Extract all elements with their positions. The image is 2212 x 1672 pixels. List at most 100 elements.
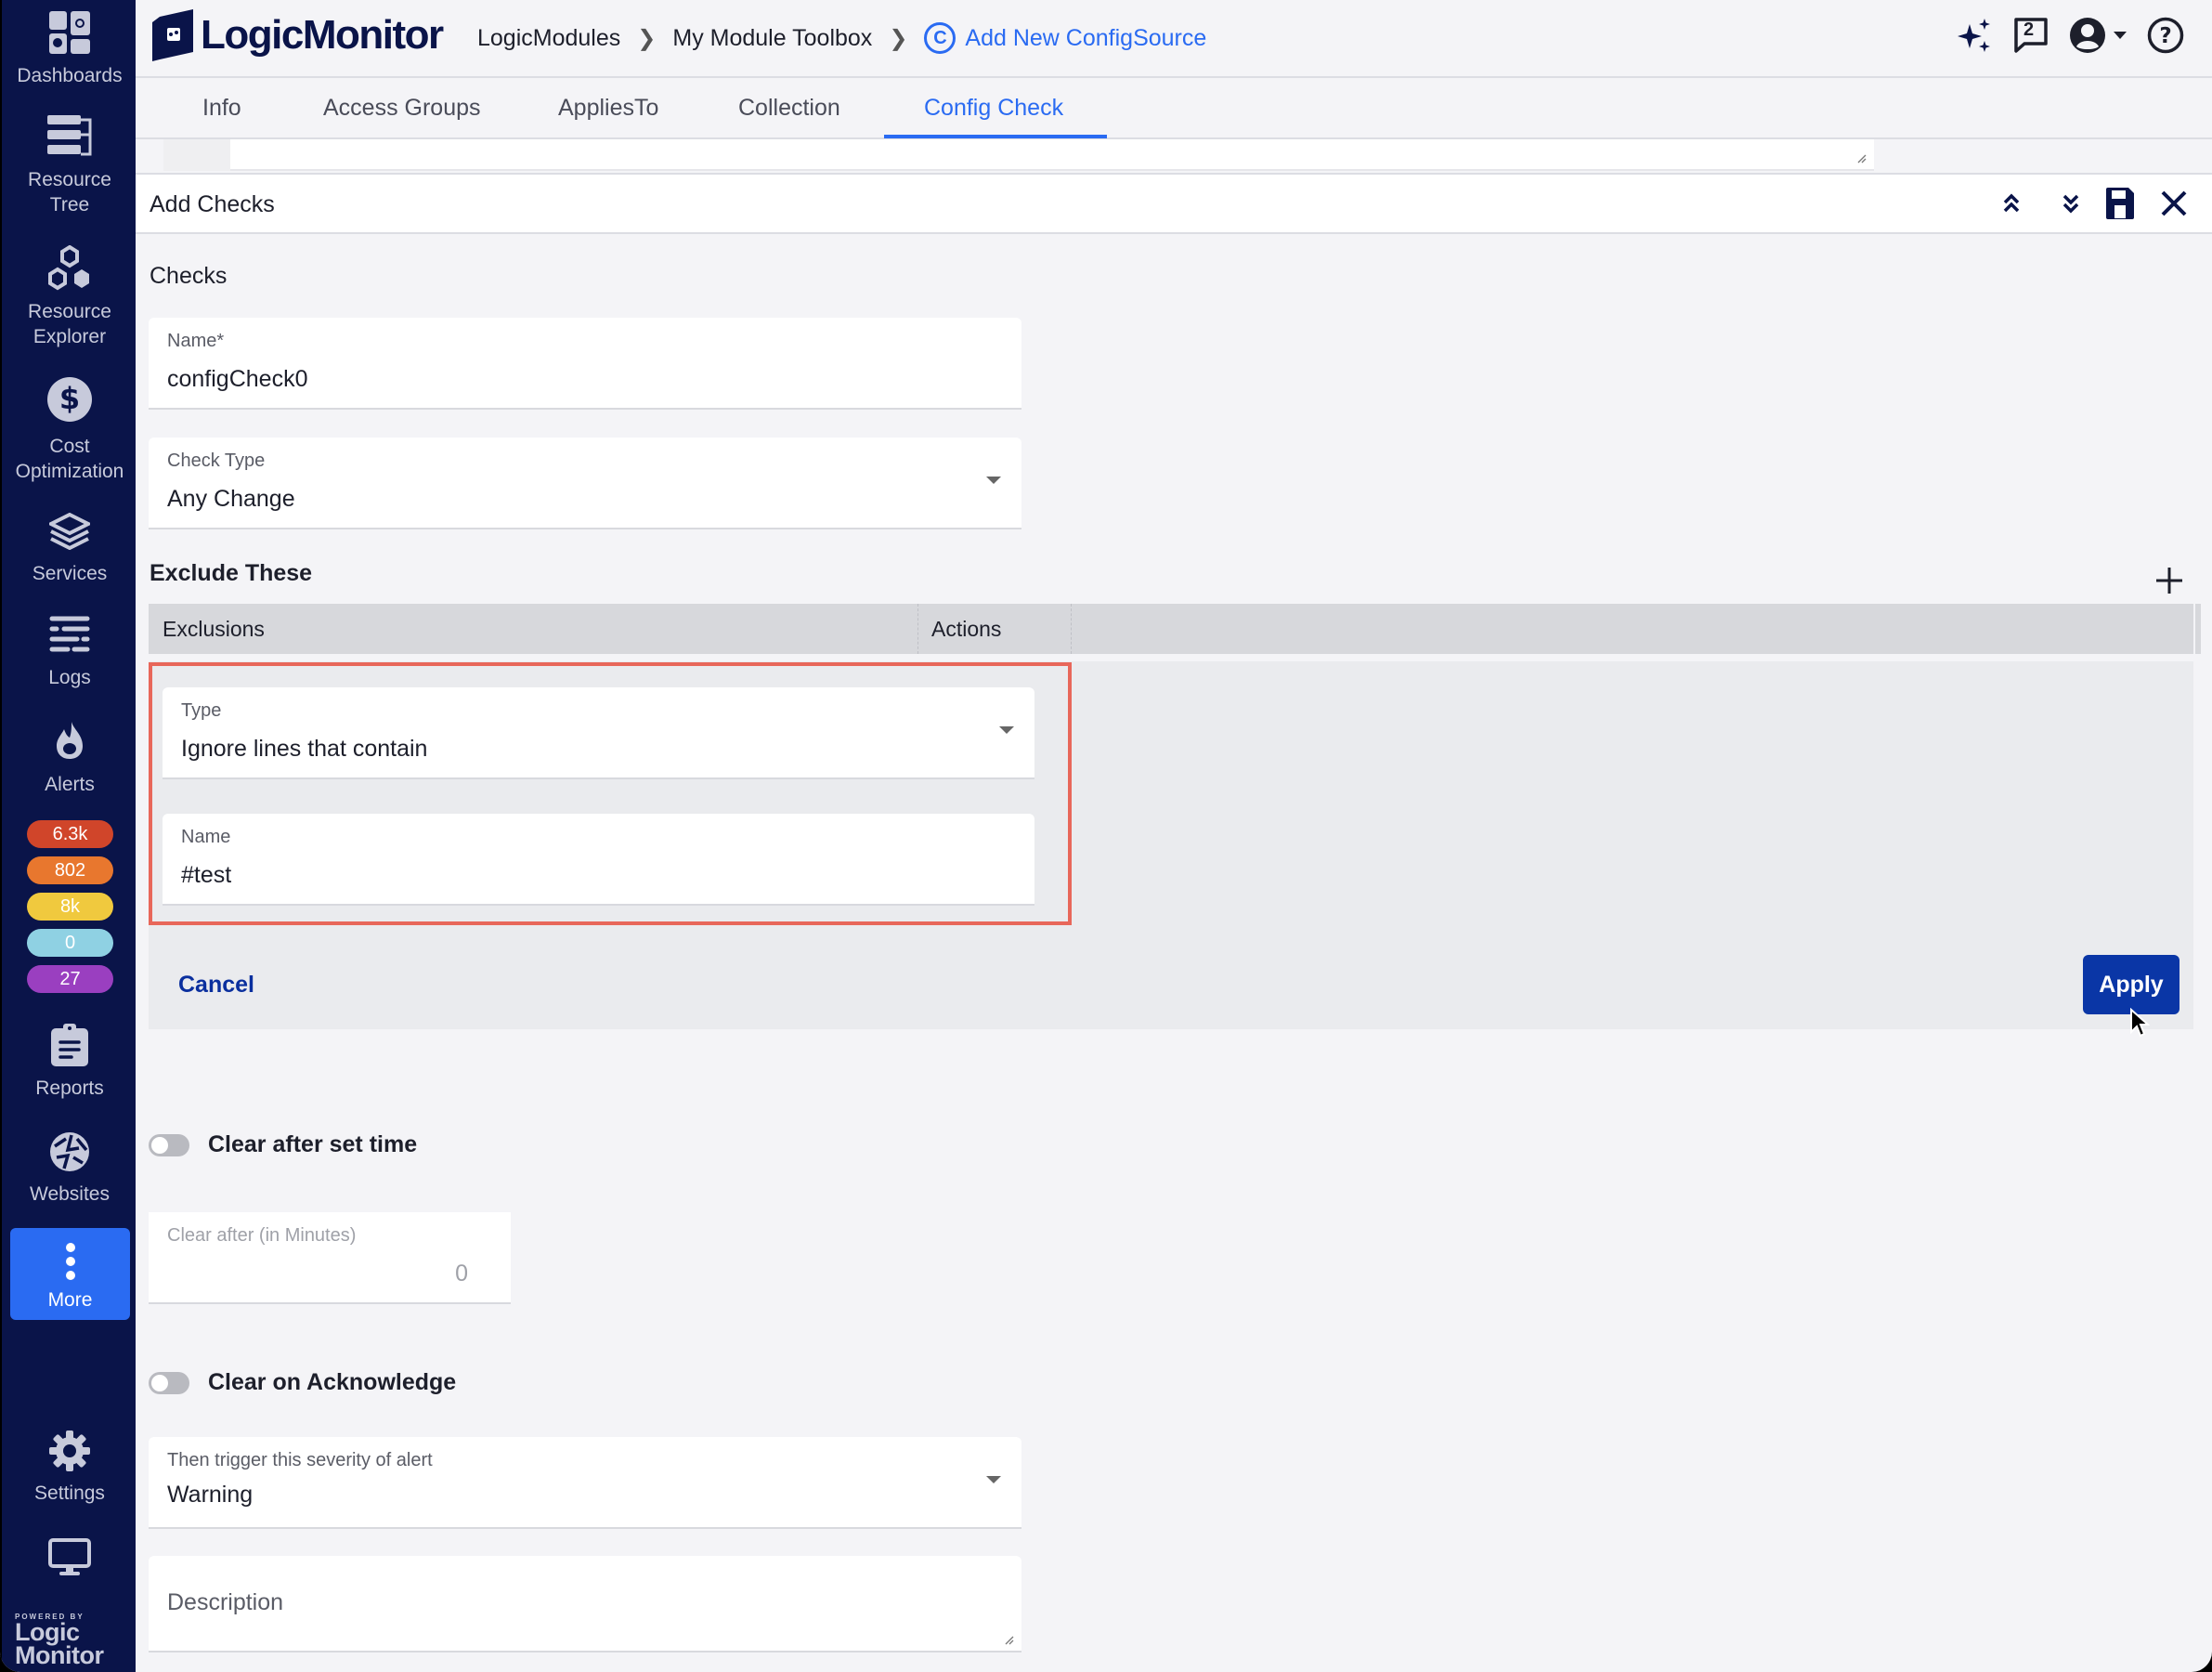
toggle-label: Clear on Acknowledge xyxy=(208,1369,457,1395)
sidebar-label: Resource xyxy=(28,301,111,322)
breadcrumb-logicmodules[interactable]: LogicModules xyxy=(477,25,620,52)
sidebar-item-dashboards[interactable]: Dashboards xyxy=(2,11,137,88)
exclusions-table-header: Exclusions Actions xyxy=(149,604,2193,654)
clear-after-minutes-field[interactable]: Clear after (in Minutes) 0 xyxy=(149,1212,511,1304)
breadcrumb: LogicModules ❯ My Module Toolbox ❯ C Add… xyxy=(477,22,1206,54)
exclusion-type-select[interactable]: Type Ignore lines that contain xyxy=(163,687,1034,779)
resize-handle-icon[interactable] xyxy=(1003,1634,1014,1645)
tab-access-groups[interactable]: Access Groups xyxy=(323,95,481,122)
description-textarea[interactable]: Description xyxy=(149,1556,1021,1652)
sidebar-item-alerts[interactable]: Alerts xyxy=(2,720,137,797)
dropdown-caret-icon xyxy=(986,1476,1001,1483)
dashboards-icon xyxy=(49,11,90,54)
top-bar: LogicMonitor LogicModules ❯ My Module To… xyxy=(136,0,2212,78)
alert-badge-critical[interactable]: 6.3k xyxy=(27,820,113,848)
clipboard-icon xyxy=(51,1024,88,1066)
exclusion-name-field[interactable]: Name #test xyxy=(163,814,1034,906)
logicmonitor-logo[interactable]: LogicMonitor xyxy=(150,9,444,61)
resize-handle-icon[interactable] xyxy=(1855,152,1867,163)
scrolled-textarea-area xyxy=(136,139,2212,173)
top-icons: 2 ? xyxy=(1956,17,2184,54)
sidebar-item-reports[interactable]: Reports xyxy=(2,1024,137,1101)
field-label: Then trigger this severity of alert xyxy=(167,1450,433,1470)
sidebar-item-more[interactable]: More xyxy=(10,1228,130,1320)
dropdown-caret-icon xyxy=(999,726,1014,734)
ai-sparkle-icon[interactable] xyxy=(1956,17,1993,54)
logs-icon xyxy=(49,616,90,652)
check-name-field[interactable]: Name* configCheck0 xyxy=(149,318,1021,410)
collapse-all-icon[interactable] xyxy=(2002,192,2021,215)
sidebar-label: Settings xyxy=(34,1483,105,1504)
tab-appliesto[interactable]: AppliesTo xyxy=(558,95,658,122)
alert-badge-info[interactable]: 0 xyxy=(27,929,113,957)
sidebar-label: Dashboards xyxy=(17,65,123,86)
exclude-heading: Exclude These xyxy=(150,560,313,586)
save-icon[interactable] xyxy=(2106,188,2134,219)
clear-after-toggle[interactable] xyxy=(149,1133,189,1156)
clear-after-minutes-input[interactable]: 0 xyxy=(455,1261,468,1287)
add-exclusion-icon[interactable] xyxy=(2154,566,2184,595)
configsource-icon: C xyxy=(924,22,956,54)
dropdown-caret-icon xyxy=(986,477,1001,484)
severity-select[interactable]: Then trigger this severity of alert Warn… xyxy=(149,1437,1021,1529)
user-menu[interactable] xyxy=(2069,17,2127,54)
cancel-button[interactable]: Cancel xyxy=(178,972,254,999)
tab-info[interactable]: Info xyxy=(202,95,241,122)
help-icon[interactable]: ? xyxy=(2147,17,2184,54)
powered-logo-line2: Monitor xyxy=(15,1641,104,1669)
exclusion-type-value: Ignore lines that contain xyxy=(181,736,428,762)
checks-heading: Checks xyxy=(150,263,228,289)
sidebar-item-settings[interactable]: Settings xyxy=(2,1430,137,1506)
tab-config-check[interactable]: Config Check xyxy=(924,95,1063,122)
field-label: Name* xyxy=(167,331,225,351)
chevron-right-icon: ❯ xyxy=(637,25,657,51)
globe-icon xyxy=(50,1132,89,1171)
sidebar-item-resource-explorer[interactable]: Resource Explorer xyxy=(2,245,137,349)
resource-tree-icon xyxy=(47,115,92,156)
add-checks-header: Add Checks xyxy=(136,173,2212,234)
sidebar-item-services[interactable]: Services xyxy=(2,513,137,586)
check-name-input[interactable]: configCheck0 xyxy=(167,366,307,393)
textarea-gutter xyxy=(163,139,230,171)
sidebar-item-websites[interactable]: Websites xyxy=(2,1131,137,1207)
field-label: Name xyxy=(181,827,231,847)
layers-icon xyxy=(49,513,90,550)
logo-mark-icon xyxy=(152,9,193,61)
panel-title: Add Checks xyxy=(150,191,275,217)
chat-button[interactable]: 2 xyxy=(2013,17,2049,54)
clear-on-ack-toggle[interactable] xyxy=(149,1371,189,1394)
alert-badge-other[interactable]: 27 xyxy=(27,965,113,993)
chat-count: 2 xyxy=(2023,20,2035,40)
severity-value: Warning xyxy=(167,1482,254,1508)
sidebar-label: Tree xyxy=(49,194,90,216)
exclusion-name-input[interactable]: #test xyxy=(181,862,231,889)
sidebar-item-monitor[interactable] xyxy=(2,1538,137,1577)
field-label: Type xyxy=(181,700,222,721)
sidebar-label: Explorer xyxy=(33,326,107,347)
sidebar-label: Resource xyxy=(28,169,111,190)
breadcrumb-current-label: Add New ConfigSource xyxy=(965,24,1207,51)
sidebar-item-resource-tree[interactable]: Resource Tree xyxy=(2,113,137,217)
field-label: Check Type xyxy=(167,451,266,471)
sidebar-item-cost-optimization[interactable]: $ Cost Optimization xyxy=(2,376,137,484)
apply-button[interactable]: Apply xyxy=(2083,955,2179,1014)
user-avatar-icon xyxy=(2070,18,2105,53)
sidebar-item-logs[interactable]: Logs xyxy=(2,615,137,690)
sidebar-label: Logs xyxy=(48,667,91,688)
column-header-actions: Actions xyxy=(931,617,1002,641)
active-tab-indicator xyxy=(884,135,1107,138)
expand-all-icon[interactable] xyxy=(2062,192,2080,215)
close-icon[interactable] xyxy=(2160,189,2188,217)
breadcrumb-my-module-toolbox[interactable]: My Module Toolbox xyxy=(672,25,872,52)
mouse-cursor-icon xyxy=(2130,1008,2150,1038)
check-type-select[interactable]: Check Type Any Change xyxy=(149,438,1021,529)
sidebar-label: Services xyxy=(32,563,108,584)
breadcrumb-current: C Add New ConfigSource xyxy=(924,22,1206,54)
sidebar-label: Reports xyxy=(35,1078,104,1099)
powered-by-logo: POWERED BY Logic Monitor xyxy=(15,1613,104,1669)
alert-badge-warning[interactable]: 8k xyxy=(27,893,113,921)
tab-collection[interactable]: Collection xyxy=(738,95,840,122)
alert-badge-error[interactable]: 802 xyxy=(27,856,113,884)
scrolled-textarea[interactable] xyxy=(230,139,1874,171)
chevron-right-icon: ❯ xyxy=(889,25,908,51)
